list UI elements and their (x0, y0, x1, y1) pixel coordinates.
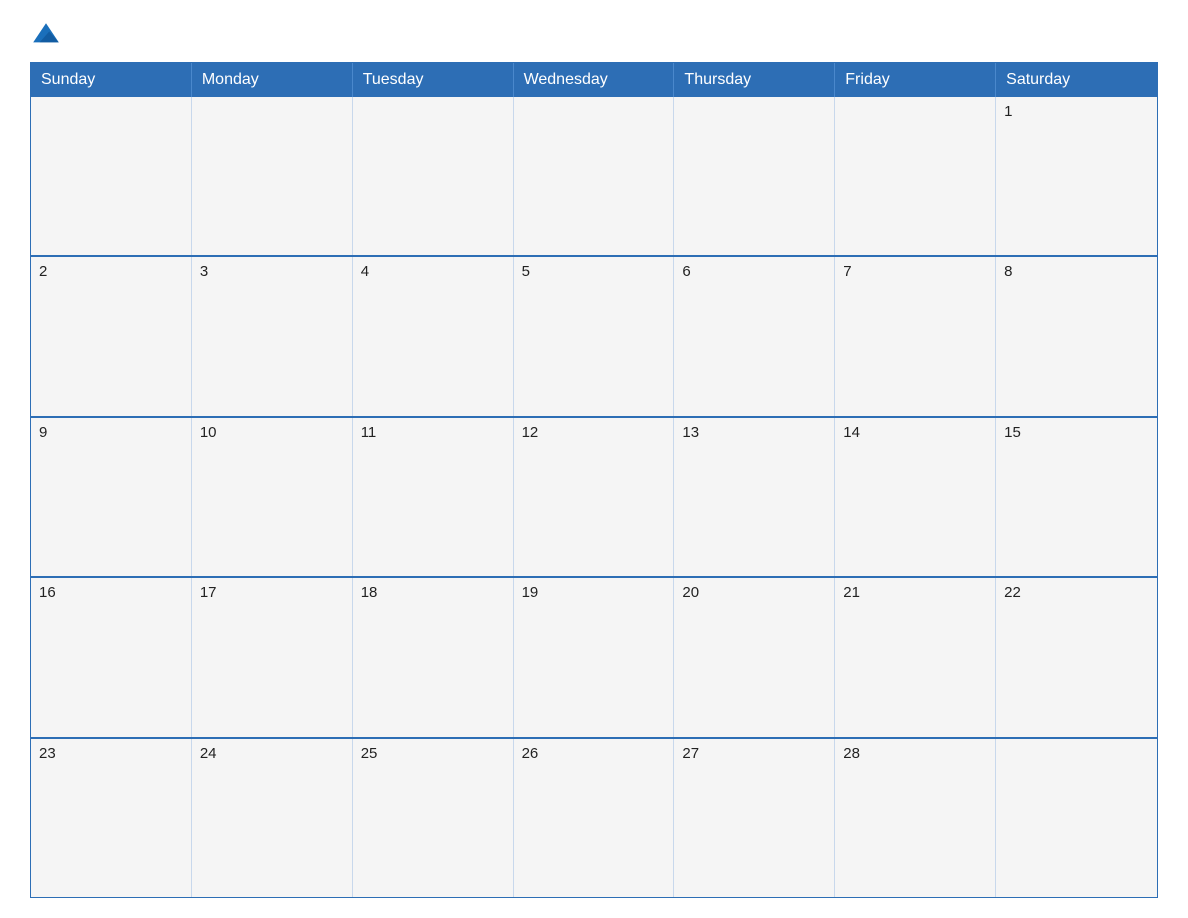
weeks: 1234567891011121314151617181920212223242… (31, 97, 1157, 897)
day-header-sunday: Sunday (31, 63, 192, 97)
day-number: 11 (361, 424, 377, 441)
day-number: 28 (843, 745, 860, 762)
day-cell: 26 (514, 739, 675, 897)
header (30, 20, 1158, 52)
logo-icon (30, 20, 62, 52)
day-number: 3 (200, 263, 208, 280)
day-number: 23 (39, 745, 56, 762)
day-number: 20 (682, 584, 699, 601)
week-row-4: 16 17 18 19 20 21 22 (31, 576, 1157, 736)
day-number: 5 (522, 263, 530, 280)
day-header-thursday: Thursday (674, 63, 835, 97)
day-number: 21 (843, 584, 860, 601)
day-cell: 14 (835, 418, 996, 576)
day-number: 19 (522, 584, 539, 601)
day-cell: 18 (353, 578, 514, 736)
day-header-friday: Friday (835, 63, 996, 97)
day-cell: 21 (835, 578, 996, 736)
day-cell: 13 (674, 418, 835, 576)
day-cell (514, 97, 675, 255)
day-cell (996, 739, 1157, 897)
day-number: 14 (843, 424, 860, 441)
day-number: 18 (361, 584, 378, 601)
logo (30, 20, 66, 52)
day-cell: 22 (996, 578, 1157, 736)
page: SundayMondayTuesdayWednesdayThursdayFrid… (0, 0, 1188, 918)
day-header-tuesday: Tuesday (353, 63, 514, 97)
day-cell: 15 (996, 418, 1157, 576)
day-number: 6 (682, 263, 690, 280)
day-number: 9 (39, 424, 47, 441)
day-number: 17 (200, 584, 217, 601)
day-number: 24 (200, 745, 217, 762)
day-number: 12 (522, 424, 539, 441)
day-number: 2 (39, 263, 47, 280)
day-cell (353, 97, 514, 255)
week-row-2: 2 3 4 5 6 7 8 (31, 255, 1157, 415)
day-header-wednesday: Wednesday (514, 63, 675, 97)
calendar: SundayMondayTuesdayWednesdayThursdayFrid… (30, 62, 1158, 898)
day-cell: 28 (835, 739, 996, 897)
week-row-1: 1 (31, 97, 1157, 255)
day-number: 15 (1004, 424, 1021, 441)
day-number: 26 (522, 745, 539, 762)
day-cell: 24 (192, 739, 353, 897)
day-number: 16 (39, 584, 56, 601)
day-cell (835, 97, 996, 255)
day-number: 1 (1004, 103, 1012, 120)
week-row-3: 9 10 11 12 13 14 15 (31, 416, 1157, 576)
day-number: 10 (200, 424, 217, 441)
day-cell: 16 (31, 578, 192, 736)
day-cell: 6 (674, 257, 835, 415)
day-cell: 17 (192, 578, 353, 736)
day-cell: 8 (996, 257, 1157, 415)
day-cell: 12 (514, 418, 675, 576)
day-number: 27 (682, 745, 699, 762)
day-cell (31, 97, 192, 255)
day-cell: 10 (192, 418, 353, 576)
day-cell: 19 (514, 578, 675, 736)
day-cell: 7 (835, 257, 996, 415)
day-header-saturday: Saturday (996, 63, 1157, 97)
day-cell: 3 (192, 257, 353, 415)
day-number: 7 (843, 263, 851, 280)
day-cell (192, 97, 353, 255)
day-number: 8 (1004, 263, 1012, 280)
day-number: 22 (1004, 584, 1021, 601)
day-cell: 11 (353, 418, 514, 576)
day-number: 13 (682, 424, 699, 441)
day-cell: 9 (31, 418, 192, 576)
day-cell: 27 (674, 739, 835, 897)
day-cell: 4 (353, 257, 514, 415)
day-cell: 5 (514, 257, 675, 415)
day-number: 25 (361, 745, 378, 762)
day-cell (674, 97, 835, 255)
week-row-5: 23 24 25 26 27 28 (31, 737, 1157, 897)
day-cell: 20 (674, 578, 835, 736)
day-cell: 25 (353, 739, 514, 897)
day-number: 4 (361, 263, 369, 280)
day-cell: 1 (996, 97, 1157, 255)
day-cell: 23 (31, 739, 192, 897)
day-header-monday: Monday (192, 63, 353, 97)
day-headers: SundayMondayTuesdayWednesdayThursdayFrid… (31, 63, 1157, 97)
day-cell: 2 (31, 257, 192, 415)
